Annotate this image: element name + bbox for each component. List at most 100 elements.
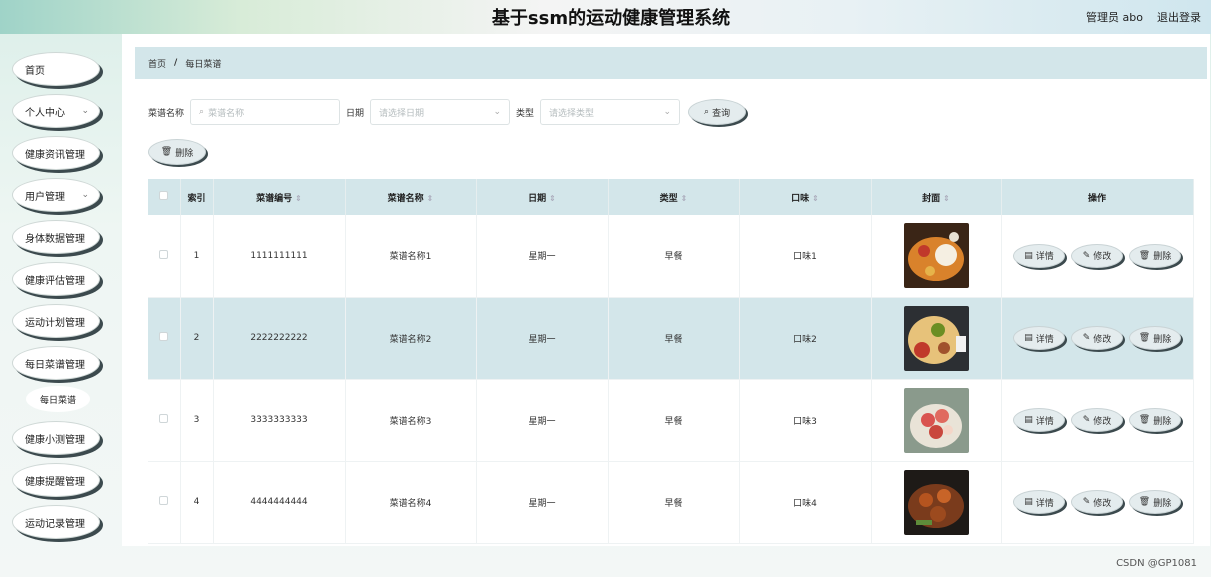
document-icon: ▤ <box>1024 333 1033 343</box>
sidebar-item-users[interactable]: 用户管理 ⌄ <box>12 178 100 212</box>
cell-type: 早餐 <box>608 215 740 298</box>
sidebar-item-exercise-record[interactable]: 运动记录管理 <box>12 505 100 539</box>
delete-label: 删除 <box>1153 498 1172 509</box>
edit-button[interactable]: ✎ 修改 <box>1071 243 1123 268</box>
cell-taste: 口味1 <box>739 215 872 298</box>
cell-index: 1 <box>180 215 214 298</box>
pencil-icon: ✎ <box>1082 497 1091 507</box>
delete-button[interactable]: 🗑 删除 <box>1129 243 1181 268</box>
sort-icon[interactable]: ⇕ <box>549 194 556 203</box>
type-placeholder: 请选择类型 <box>549 108 595 119</box>
detail-button[interactable]: ▤ 详情 <box>1013 326 1065 350</box>
delete-button[interactable]: 🗑 删除 <box>1129 408 1181 432</box>
column-header-label: 日期 <box>528 193 547 204</box>
detail-button[interactable]: ▤ 详情 <box>1013 243 1065 268</box>
sort-icon[interactable]: ⇕ <box>812 194 819 203</box>
column-header-label: 口味 <box>791 193 810 204</box>
query-button[interactable]: ⌕ 查询 <box>688 99 747 125</box>
sidebar-item-body-data[interactable]: 身体数据管理 <box>12 220 100 254</box>
sidebar-item-label: 运动记录管理 <box>25 518 85 530</box>
pencil-icon: ✎ <box>1082 415 1091 425</box>
cell-cover <box>871 461 1002 544</box>
detail-button[interactable]: ▤ 详情 <box>1013 490 1065 514</box>
sort-icon[interactable]: ⇕ <box>295 194 302 203</box>
cell-date: 星期一 <box>476 215 609 298</box>
watermark: CSDN @GP1081 <box>1116 558 1197 569</box>
cell-cover <box>871 297 1002 380</box>
row-checkbox[interactable] <box>159 414 169 423</box>
column-header-code[interactable]: 菜谱编号 ⇕ <box>213 179 346 215</box>
row-select-cell <box>148 461 181 544</box>
sidebar-item-health-quiz[interactable]: 健康小测管理 <box>12 421 100 455</box>
recipe-name-placeholder: 菜谱名称 <box>208 108 245 119</box>
row-select-cell <box>148 297 181 380</box>
column-header-type[interactable]: 类型 ⇕ <box>608 179 740 215</box>
row-checkbox[interactable] <box>159 249 169 259</box>
table-row: 3 3333333333 菜谱名称3 星期一 早餐 口味3 ▤ 详情 ✎ 修改 … <box>148 379 1194 462</box>
detail-button[interactable]: ▤ 详情 <box>1013 408 1065 432</box>
batch-delete-button[interactable]: 🗑 删除 <box>148 139 206 165</box>
sort-icon[interactable]: ⇕ <box>427 194 434 203</box>
detail-label: 详情 <box>1035 498 1054 509</box>
column-header-date[interactable]: 日期 ⇕ <box>476 179 609 215</box>
sidebar-item-health-assessment[interactable]: 健康评估管理 <box>12 262 100 296</box>
date-select[interactable]: 请选择日期 ⌄ <box>370 99 511 125</box>
breadcrumb-current: 每日菜谱 <box>185 59 222 70</box>
sidebar-item-exercise-plan[interactable]: 运动计划管理 <box>12 304 100 338</box>
document-icon: ▤ <box>1024 497 1033 507</box>
row-checkbox[interactable] <box>159 332 169 341</box>
select-all-checkbox[interactable] <box>159 191 169 200</box>
cover-image[interactable] <box>903 223 969 289</box>
cell-index: 2 <box>180 297 214 380</box>
sidebar-item-health-news[interactable]: 健康资讯管理 <box>12 136 100 170</box>
pencil-icon: ✎ <box>1082 333 1091 343</box>
type-label: 类型 <box>516 108 535 119</box>
row-checkbox[interactable] <box>159 496 169 505</box>
select-all-cell <box>148 179 181 215</box>
recipe-table: 索引 菜谱编号 ⇕ 菜谱名称 ⇕ 日期 ⇕ 类型 ⇕ 口味 ⇕ 封面 ⇕ 操作 1 1111… <box>148 179 1194 544</box>
edit-button[interactable]: ✎ 修改 <box>1071 490 1123 514</box>
table-row: 4 4444444444 菜谱名称4 星期一 早餐 口味4 ▤ 详情 ✎ 修改 … <box>148 461 1194 544</box>
sidebar-item-personal-center[interactable]: 个人中心 ⌄ <box>12 94 100 128</box>
cell-actions: ▤ 详情 ✎ 修改 🗑 删除 <box>1001 461 1194 544</box>
delete-button[interactable]: 🗑 删除 <box>1129 490 1181 514</box>
cover-image[interactable] <box>903 469 969 535</box>
breadcrumb: 首页 / 每日菜谱 <box>135 47 1207 79</box>
sidebar-item-home[interactable]: 首页 <box>12 52 100 86</box>
cell-index: 3 <box>180 379 214 462</box>
trash-icon: 🗑 <box>1138 333 1151 343</box>
top-header: 基于ssm的运动健康管理系统 管理员 abo 退出登录 <box>0 0 1211 34</box>
recipe-name-input[interactable]: ⌕ 菜谱名称 <box>190 99 341 125</box>
search-icon: ⌕ <box>704 107 710 117</box>
edit-button[interactable]: ✎ 修改 <box>1071 326 1123 350</box>
submenu-item-daily-recipe[interactable]: 每日菜谱 <box>26 386 90 412</box>
sort-icon[interactable]: ⇕ <box>943 194 950 203</box>
detail-label: 详情 <box>1035 334 1054 345</box>
sidebar: 首页 个人中心 ⌄ 健康资讯管理 用户管理 ⌄ 身体数据管理 健康评估管理 运动计划… <box>0 34 122 577</box>
column-header-taste[interactable]: 口味 ⇕ <box>739 179 872 215</box>
app-title: 基于ssm的运动健康管理系统 <box>491 8 731 29</box>
edit-button[interactable]: ✎ 修改 <box>1071 408 1123 432</box>
delete-button[interactable]: 🗑 删除 <box>1129 326 1181 350</box>
sort-icon[interactable]: ⇕ <box>681 194 688 203</box>
date-placeholder: 请选择日期 <box>379 108 425 119</box>
submenu-item-label: 每日菜谱 <box>39 395 76 406</box>
cell-date: 星期一 <box>476 297 609 380</box>
sidebar-item-health-reminder[interactable]: 健康提醒管理 <box>12 463 100 497</box>
cell-code: 3333333333 <box>213 379 346 462</box>
sidebar-item-daily-recipe[interactable]: 每日菜谱管理 <box>12 346 100 380</box>
breadcrumb-home[interactable]: 首页 <box>148 57 166 70</box>
cover-image[interactable] <box>903 305 969 371</box>
logout-link[interactable]: 退出登录 <box>1157 9 1201 25</box>
cell-type: 早餐 <box>608 461 740 544</box>
sidebar-item-label: 每日菜谱管理 <box>25 359 85 371</box>
cover-image[interactable] <box>903 387 969 453</box>
trash-icon: 🗑 <box>1138 497 1151 507</box>
date-label: 日期 <box>346 108 365 119</box>
main-panel: 首页 / 每日菜谱 菜谱名称 ⌕ 菜谱名称 日期 请选择日期 ⌄ 类型 请选择类… <box>122 34 1210 546</box>
column-header-label: 操作 <box>1087 193 1106 204</box>
cell-taste: 口味4 <box>739 461 872 544</box>
type-select[interactable]: 请选择类型 ⌄ <box>540 99 681 125</box>
column-header-cover[interactable]: 封面 ⇕ <box>871 179 1002 215</box>
column-header-name[interactable]: 菜谱名称 ⇕ <box>345 179 477 215</box>
